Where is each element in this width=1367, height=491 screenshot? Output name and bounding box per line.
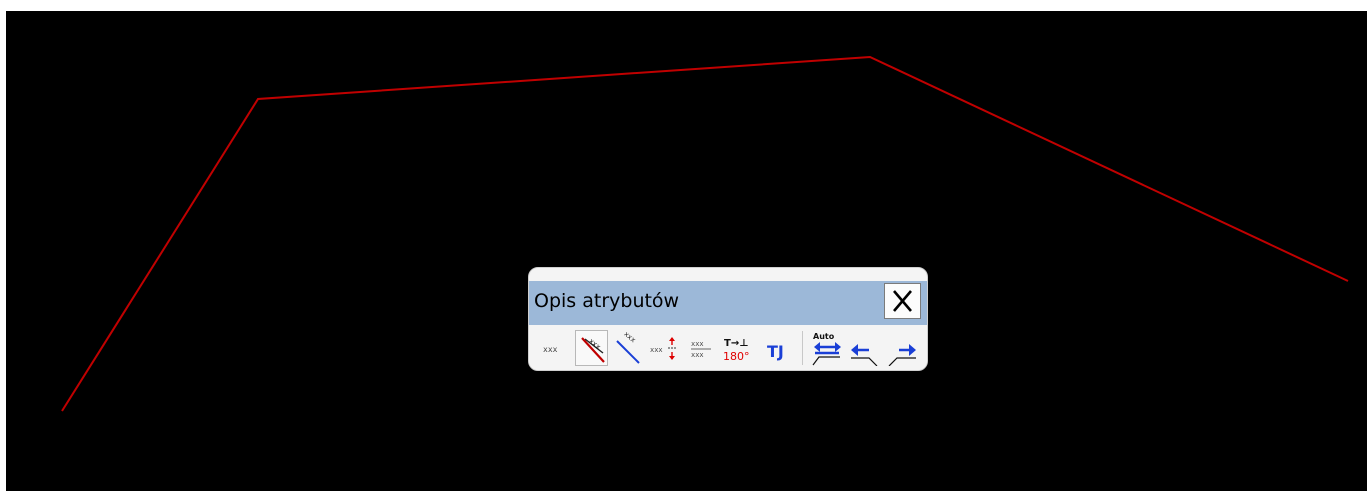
drawing-area[interactable]: [6, 11, 1367, 491]
arrow-right-icon: [888, 344, 916, 366]
toolbar-title: Opis atrybutów: [534, 290, 680, 312]
text-along-line-red-icon: xxx: [581, 337, 605, 363]
text-offset-red-arrows-icon: xxx: [650, 337, 676, 360]
text-along-line-crossed-tool[interactable]: xxx: [575, 330, 608, 366]
svg-text:xxx: xxx: [622, 330, 637, 344]
text-along-line-tool[interactable]: xxx: [615, 330, 641, 366]
close-button[interactable]: [884, 283, 921, 319]
direction-right-tool[interactable]: [885, 330, 919, 366]
direction-left-tool[interactable]: [847, 330, 881, 366]
xxx-text-icon: xxx: [543, 345, 558, 354]
auto-direction-tool[interactable]: Auto: [810, 330, 844, 366]
svg-text:xxx: xxx: [691, 351, 704, 359]
text-stacked-icon: xxx xxx: [691, 340, 711, 359]
auto-double-arrow-icon: Auto: [812, 332, 841, 366]
text-rotate-180-tool[interactable]: T→⊥ 180°: [721, 330, 755, 366]
drawing-canvas[interactable]: [6, 11, 1367, 491]
text-offset-tool[interactable]: xxx: [649, 330, 676, 366]
toolbar-title-bar[interactable]: Opis atrybutów: [529, 281, 927, 325]
close-icon: [893, 290, 912, 312]
svg-text:180°: 180°: [723, 350, 750, 363]
text-stacked-tool[interactable]: xxx xxx: [689, 330, 715, 366]
svg-text:xxx: xxx: [543, 345, 558, 354]
arrow-left-icon: [851, 344, 878, 366]
text-along-line-blue-icon: xxx: [616, 330, 640, 364]
svg-text:TJ: TJ: [767, 342, 784, 361]
tj-icon: TJ: [767, 342, 784, 361]
rotate-180-icon: T→⊥ 180°: [723, 338, 750, 363]
svg-text:xxx: xxx: [587, 337, 602, 351]
toolbar-tools-row: xxx xxx xxx xxx xxx xxx T→⊥ 180° TJ Auto: [529, 325, 927, 370]
svg-text:xxx: xxx: [691, 340, 704, 348]
toolbar-separator: [802, 331, 803, 365]
attribute-description-toolbar: Opis atrybutów xxx xxx xxx xxx xxx xxx T…: [528, 267, 928, 371]
text-justify-tool[interactable]: TJ: [765, 330, 795, 366]
text-plain-tool[interactable]: xxx: [541, 330, 567, 366]
svg-text:T→⊥: T→⊥: [724, 338, 748, 349]
svg-text:xxx: xxx: [650, 346, 663, 354]
svg-text:Auto: Auto: [813, 332, 835, 341]
